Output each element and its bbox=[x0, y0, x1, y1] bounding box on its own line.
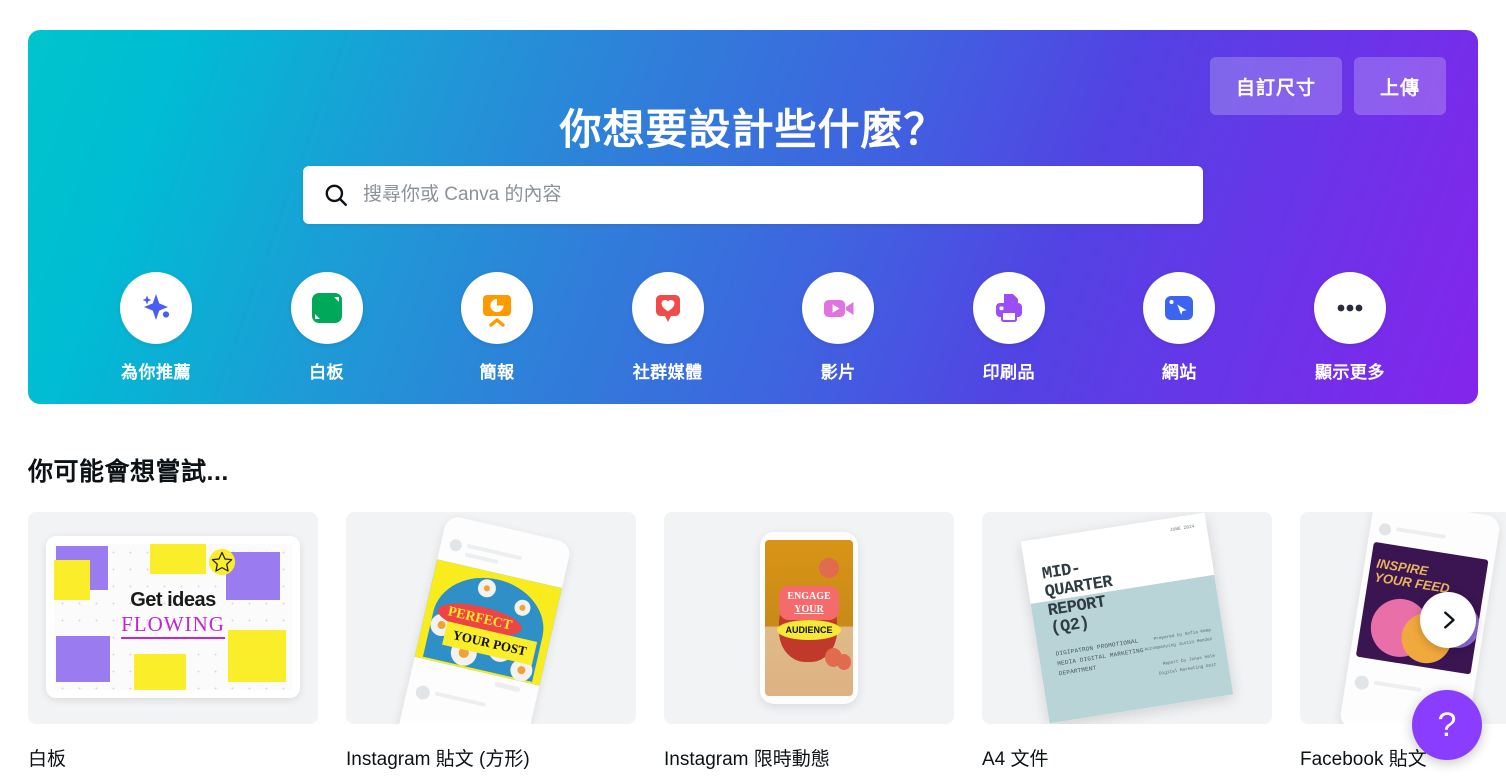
category-label: 社群媒體 bbox=[632, 363, 703, 382]
category-label: 網站 bbox=[1161, 363, 1197, 382]
whiteboard-frame: Get ideas FLOWING bbox=[46, 536, 300, 698]
story-line3: AUDIENCE bbox=[777, 620, 841, 640]
hero-actions: 自訂尺寸 上傳 bbox=[1209, 57, 1446, 115]
phone-mockup: ENGAGE YOUR AUDIENCE bbox=[760, 532, 858, 704]
category-nav: 為你推薦 白板 簡報 社群媒體 影片 印刷品 網站 顯示更多 bbox=[100, 272, 1406, 439]
whiteboard-art-line1: Get ideas bbox=[130, 589, 216, 612]
category-label: 顯示更多 bbox=[1314, 363, 1385, 382]
printer-icon bbox=[972, 272, 1045, 344]
help-button[interactable]: ? bbox=[1412, 690, 1482, 760]
story-line2: YOUR bbox=[794, 604, 824, 615]
phone-mockup: PERFECT YOUR POST bbox=[395, 514, 573, 724]
more-dots-icon bbox=[1313, 272, 1386, 344]
category-label: 影片 bbox=[820, 363, 856, 382]
section-title: 你可能會想嘗試... bbox=[28, 458, 229, 486]
category-label: 簡報 bbox=[479, 363, 515, 382]
social-heart-icon bbox=[631, 272, 704, 344]
template-card-instagram-post[interactable]: PERFECT YOUR POST Instagram 貼文 (方形) bbox=[346, 512, 636, 771]
category-website[interactable]: 網站 bbox=[1123, 272, 1235, 383]
card-label: A4 文件 bbox=[982, 749, 1049, 770]
category-print[interactable]: 印刷品 bbox=[953, 272, 1065, 383]
card-thumbnail: Get ideas FLOWING bbox=[28, 512, 318, 724]
category-social-media[interactable]: 社群媒體 bbox=[612, 272, 724, 383]
hero-banner: 你想要設計些什麼？ 自訂尺寸 上傳 為你推薦 bbox=[28, 30, 1478, 439]
category-for-you[interactable]: 為你推薦 bbox=[100, 272, 212, 439]
story-line1: ENGAGE bbox=[787, 590, 831, 602]
card-label: Instagram 貼文 (方形) bbox=[346, 749, 530, 770]
doc-date: JUNE 2024 bbox=[1169, 524, 1195, 534]
video-camera-icon bbox=[802, 272, 875, 344]
card-thumbnail: PERFECT YOUR POST bbox=[346, 512, 636, 724]
upload-button[interactable]: 上傳 bbox=[1353, 57, 1446, 115]
category-label: 為你推薦 bbox=[121, 363, 191, 382]
custom-size-button[interactable]: 自訂尺寸 bbox=[1209, 57, 1342, 115]
a4-document-art: JUNE 2024 MID- QUARTER REPORT (Q2) DIGIP… bbox=[1020, 512, 1234, 724]
category-presentation[interactable]: 簡報 bbox=[441, 272, 553, 383]
card-label: Instagram 限時動態 bbox=[664, 749, 830, 770]
card-thumbnail: JUNE 2024 MID- QUARTER REPORT (Q2) DIGIP… bbox=[982, 512, 1272, 724]
carousel-next-button[interactable] bbox=[1420, 592, 1476, 648]
category-label: 白板 bbox=[309, 363, 345, 382]
card-label: 白板 bbox=[28, 749, 67, 770]
card-label: Facebook 貼文 bbox=[1300, 749, 1427, 770]
active-tab-pointer bbox=[140, 425, 172, 439]
category-whiteboard[interactable]: 白板 bbox=[271, 272, 383, 383]
template-card-instagram-story[interactable]: ENGAGE YOUR AUDIENCE Instagram 限時動態 bbox=[664, 512, 954, 771]
search-input[interactable] bbox=[363, 184, 1183, 206]
category-video[interactable]: 影片 bbox=[782, 272, 894, 383]
facebook-art-text: INSPIRE YOUR FEED bbox=[1373, 556, 1482, 601]
website-cursor-icon bbox=[1143, 272, 1216, 344]
instagram-story-art: ENGAGE YOUR AUDIENCE bbox=[765, 540, 853, 696]
template-card-whiteboard[interactable]: Get ideas FLOWING 白板 bbox=[28, 512, 318, 771]
whiteboard-art-line2: FLOWING bbox=[121, 612, 225, 640]
template-card-a4-document[interactable]: JUNE 2024 MID- QUARTER REPORT (Q2) DIGIP… bbox=[982, 512, 1272, 771]
chevron-right-icon bbox=[1444, 611, 1455, 629]
category-label: 印刷品 bbox=[982, 363, 1036, 382]
presentation-icon bbox=[461, 272, 534, 344]
sparkle-icon bbox=[120, 272, 192, 344]
template-carousel: Get ideas FLOWING 白板 PERFECT YOUR POST I… bbox=[28, 512, 1506, 771]
category-show-more[interactable]: 顯示更多 bbox=[1294, 272, 1406, 383]
star-badge-icon bbox=[208, 548, 236, 576]
card-thumbnail: ENGAGE YOUR AUDIENCE bbox=[664, 512, 954, 724]
search-bar[interactable] bbox=[303, 166, 1203, 224]
whiteboard-icon bbox=[290, 272, 363, 344]
search-icon bbox=[323, 182, 349, 208]
story-text-block: ENGAGE YOUR bbox=[779, 586, 839, 620]
whiteboard-art-text: Get ideas FLOWING bbox=[121, 589, 225, 640]
instagram-post-art: PERFECT YOUR POST bbox=[414, 559, 562, 686]
